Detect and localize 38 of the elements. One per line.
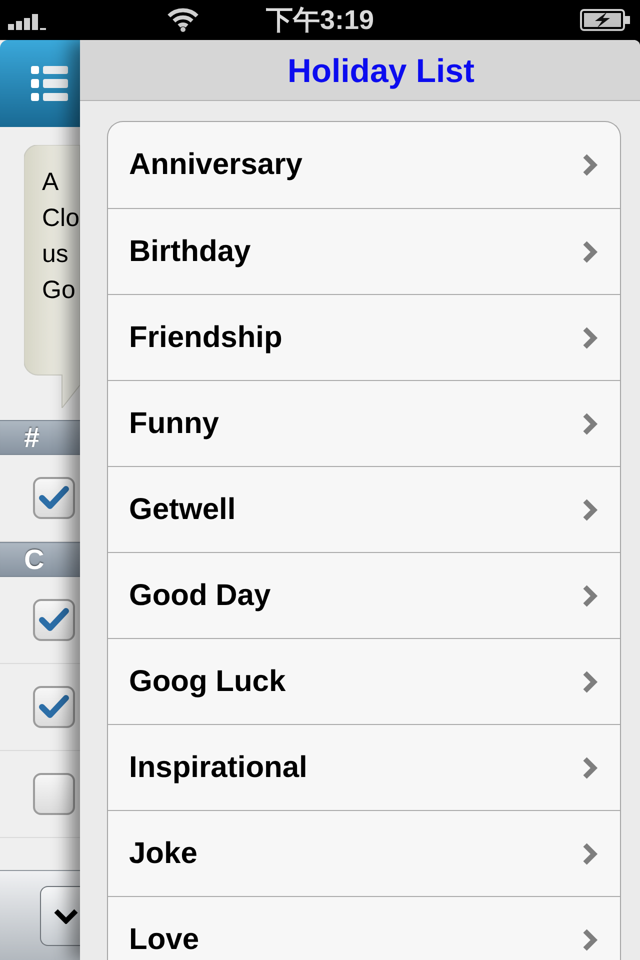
checkmark-icon: [38, 607, 70, 633]
chevron-right-icon: [582, 153, 598, 177]
list-item[interactable]: Goog Luck: [108, 638, 620, 724]
status-time: 下午3:19: [266, 6, 374, 34]
chevron-right-icon: [582, 498, 598, 522]
list-item[interactable]: Good Day: [108, 552, 620, 638]
panel-title: Holiday List: [287, 54, 475, 86]
list-item[interactable]: Love: [108, 896, 620, 960]
chevron-right-icon: [582, 670, 598, 694]
checkmark-icon: [38, 694, 70, 720]
list-item[interactable]: Anniversary: [108, 122, 620, 208]
list-item[interactable]: Getwell: [108, 466, 620, 552]
chevron-right-icon: [582, 842, 598, 866]
message-text: A Clo us Go: [42, 167, 80, 306]
list-item[interactable]: Friendship: [108, 294, 620, 380]
signal-strength-icon: [8, 14, 46, 30]
menu-icon[interactable]: [31, 66, 68, 101]
checkbox[interactable]: [33, 477, 75, 519]
chevron-right-icon: [582, 756, 598, 780]
chevron-down-icon: [53, 908, 79, 924]
checkmark-icon: [38, 485, 70, 511]
section-letter: C: [24, 546, 44, 574]
list-item[interactable]: Funny: [108, 380, 620, 466]
checkbox[interactable]: [33, 599, 75, 641]
list-item[interactable]: Birthday: [108, 208, 620, 294]
chevron-right-icon: [582, 928, 598, 952]
chevron-right-icon: [582, 584, 598, 608]
chevron-right-icon: [582, 412, 598, 436]
checkbox[interactable]: [33, 773, 75, 815]
battery-charging-icon: [580, 9, 630, 31]
checkbox[interactable]: [33, 686, 75, 728]
list-item[interactable]: Inspirational: [108, 724, 620, 810]
list-item[interactable]: Joke: [108, 810, 620, 896]
chevron-right-icon: [582, 240, 598, 264]
section-letter: #: [24, 424, 40, 452]
toolbar-button[interactable]: [40, 886, 80, 946]
chevron-right-icon: [582, 326, 598, 350]
wifi-icon: [167, 8, 199, 32]
